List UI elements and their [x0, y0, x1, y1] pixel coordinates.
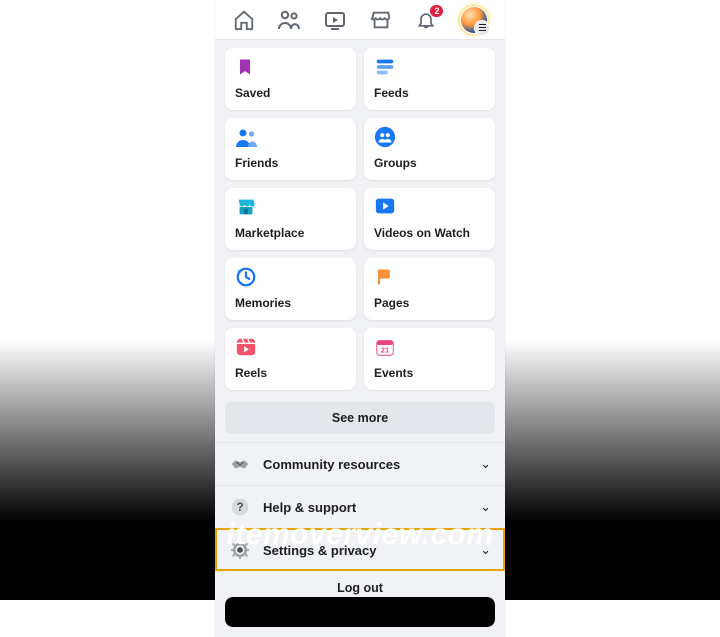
shortcut-label: Pages: [374, 296, 485, 310]
home-icon[interactable]: [232, 8, 256, 32]
shortcut-videos[interactable]: Videos on Watch: [364, 188, 495, 250]
see-more-button[interactable]: See more: [225, 402, 495, 434]
menu-avatar-button[interactable]: [460, 6, 488, 34]
bookmark-icon: [235, 56, 259, 80]
shortcut-label: Friends: [235, 156, 346, 170]
shortcut-label: Feeds: [374, 86, 485, 100]
shortcuts-grid: Saved Feeds Friends Groups Marketplace V…: [215, 40, 505, 398]
watermark-text: itemoverview.com: [0, 518, 720, 552]
svg-text:21: 21: [381, 346, 389, 355]
marketplace-icon: [235, 196, 259, 220]
shortcut-reels[interactable]: Reels: [225, 328, 356, 390]
shortcut-memories[interactable]: Memories: [225, 258, 356, 320]
shortcut-label: Marketplace: [235, 226, 346, 240]
logout-button[interactable]: Log out: [215, 571, 505, 597]
events-icon: 21: [374, 336, 398, 360]
friends-shortcut-icon: [235, 126, 259, 150]
row-community-resources[interactable]: Community resources ⌄: [215, 442, 505, 485]
shortcut-marketplace[interactable]: Marketplace: [225, 188, 356, 250]
chevron-down-icon: ⌄: [480, 499, 491, 515]
videos-icon: [374, 196, 398, 220]
shortcut-label: Events: [374, 366, 485, 380]
bottom-bar: [225, 597, 495, 627]
friends-icon[interactable]: [277, 8, 301, 32]
top-nav: 2: [215, 0, 505, 40]
handshake-icon: [229, 453, 251, 475]
marketplace-nav-icon[interactable]: [369, 8, 393, 32]
shortcut-events[interactable]: 21 Events: [364, 328, 495, 390]
notifications-icon[interactable]: 2: [414, 8, 438, 32]
pages-icon: [374, 266, 398, 290]
shortcut-label: Groups: [374, 156, 485, 170]
avatar-icon: [461, 7, 487, 33]
shortcut-friends[interactable]: Friends: [225, 118, 356, 180]
row-label: Community resources: [263, 457, 480, 472]
reels-icon: [235, 336, 259, 360]
shortcut-pages[interactable]: Pages: [364, 258, 495, 320]
hamburger-icon: [475, 21, 489, 35]
groups-icon: [374, 126, 398, 150]
shortcut-saved[interactable]: Saved: [225, 48, 356, 110]
shortcut-label: Memories: [235, 296, 346, 310]
svg-text:?: ?: [236, 501, 243, 514]
shortcut-label: Saved: [235, 86, 346, 100]
shortcut-feeds[interactable]: Feeds: [364, 48, 495, 110]
help-icon: ?: [229, 496, 251, 518]
shortcut-label: Reels: [235, 366, 346, 380]
chevron-down-icon: ⌄: [480, 456, 491, 472]
notification-badge: 2: [430, 5, 443, 17]
shortcut-label: Videos on Watch: [374, 226, 485, 240]
shortcut-groups[interactable]: Groups: [364, 118, 495, 180]
memories-icon: [235, 266, 259, 290]
feeds-icon: [374, 56, 398, 80]
watch-icon[interactable]: [323, 8, 347, 32]
row-label: Help & support: [263, 500, 480, 515]
